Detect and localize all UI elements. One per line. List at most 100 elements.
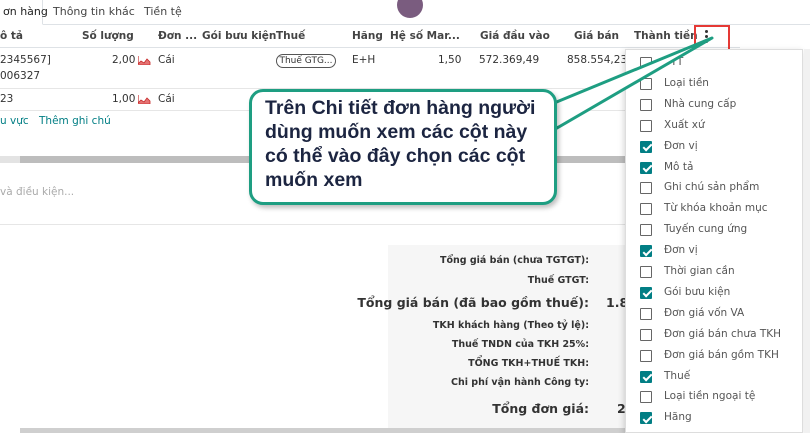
checkbox-unchecked-icon[interactable]: [640, 57, 652, 69]
tab-order-details[interactable]: ơn hàng: [0, 0, 48, 25]
bottom-scrollbar[interactable]: [20, 428, 625, 433]
row2-quantity[interactable]: 1,00: [112, 93, 135, 105]
column-option-label: Loại tiền ngoại tệ: [664, 390, 756, 403]
checkbox-unchecked-icon[interactable]: [640, 349, 652, 362]
column-option-label: Đơn giá bán gồm TKH: [664, 348, 779, 361]
column-options-menu: STT Loại tiền Nhà cung cấp Xuất xứ Đơn vị Mô …: [625, 49, 803, 433]
checkbox-unchecked-icon[interactable]: [640, 77, 652, 90]
column-option-label: Thuế: [664, 369, 691, 382]
column-option-item[interactable]: Đơn vị: [626, 137, 804, 157]
col-brand[interactable]: Hãng: [352, 30, 383, 42]
column-option-item[interactable]: Nhà cung cấp: [626, 95, 804, 115]
terms-and-conditions-input[interactable]: và điều kiện...: [0, 186, 74, 198]
column-option-item[interactable]: Loại tiền ngoại tệ: [626, 387, 804, 407]
col-margin[interactable]: Hệ số Mar...: [390, 30, 460, 42]
column-option-item[interactable]: Ghi chú sản phẩm: [626, 178, 804, 198]
checkbox-checked-icon[interactable]: [640, 286, 652, 299]
row2-description[interactable]: 23: [0, 93, 13, 105]
row1-input-price[interactable]: 572.369,49: [479, 54, 539, 66]
annotation-callout: Trên Chi tiết đơn hàng người dùng muốn x…: [249, 89, 557, 205]
column-option-label: STT: [664, 56, 684, 68]
checkbox-checked-icon[interactable]: [640, 412, 652, 425]
col-tax[interactable]: Thuế: [276, 30, 305, 42]
checkbox-unchecked-icon[interactable]: [640, 328, 652, 341]
column-option-label: Từ khóa khoản mục: [664, 202, 768, 215]
row1-quantity[interactable]: 2,00: [112, 54, 135, 66]
column-option-item[interactable]: Xuất xứ: [626, 116, 804, 136]
checkbox-checked-icon[interactable]: [640, 161, 652, 174]
col-sale-price[interactable]: Giá bán: [574, 30, 619, 42]
column-option-item[interactable]: Đơn giá vốn VA: [626, 304, 804, 324]
column-option-item[interactable]: Từ khóa khoản mục: [626, 199, 804, 219]
section-divider: [0, 224, 625, 225]
column-menu-highlight: [694, 25, 730, 51]
checkbox-checked-icon[interactable]: [640, 140, 652, 153]
column-option-label: Gói bưu kiện: [664, 285, 731, 298]
menu-scrollbar[interactable]: [804, 49, 810, 433]
column-option-item[interactable]: Gói bưu kiện: [626, 283, 804, 303]
customer-tkh-label: TKH khách hàng (Theo tỷ lệ):: [432, 320, 589, 331]
total-before-tax-label: Tổng giá bán (chưa TGTGT):: [440, 255, 589, 266]
checkbox-unchecked-icon[interactable]: [640, 182, 652, 195]
column-option-item[interactable]: Đơn giá bán chưa TKH: [626, 325, 804, 345]
column-option-item[interactable]: Loại tiền: [626, 74, 804, 94]
cit-tkh-label: Thuế TNDN của TKH 25%:: [451, 339, 589, 350]
column-option-label: Đơn giá bán chưa TKH: [664, 327, 782, 340]
row1-tax-badge[interactable]: Thuế GTG...: [276, 54, 336, 68]
total-tkh-label: TỔNG TKH+THUẾ TKH:: [468, 358, 589, 369]
row1-description[interactable]: 2345567]: [0, 54, 51, 66]
col-input-price[interactable]: Giá đầu vào: [480, 30, 550, 42]
vat-label: Thuế GTGT:: [527, 275, 589, 286]
checkbox-unchecked-icon[interactable]: [640, 203, 652, 216]
row1-margin[interactable]: 1,50: [438, 54, 461, 66]
header-divider: [0, 47, 740, 48]
add-note-link[interactable]: Thêm ghi chú: [39, 115, 111, 127]
checkbox-unchecked-icon[interactable]: [640, 224, 652, 237]
col-package[interactable]: Gói bưu kiện: [202, 30, 276, 42]
column-option-item[interactable]: Đơn giá bán gồm TKH: [626, 346, 804, 366]
callout-text: Trên Chi tiết đơn hàng người dùng muốn x…: [265, 97, 536, 191]
row2-unit[interactable]: Cái: [158, 93, 175, 105]
horizontal-scroll-track: [0, 156, 20, 163]
row1-brand[interactable]: E+H: [352, 54, 375, 66]
column-option-label: Tuyến cung ứng: [664, 223, 748, 236]
col-quantity[interactable]: Số lượng: [82, 30, 134, 42]
tab-other-info-label: Thông tin khác: [53, 5, 135, 18]
column-option-label: Mô tả: [664, 160, 694, 173]
checkbox-unchecked-icon[interactable]: [640, 119, 652, 132]
column-option-label: Đơn vị: [664, 244, 698, 257]
column-option-item[interactable]: Đơn vị: [626, 241, 804, 261]
total-incl-tax-label: Tổng giá bán (đã bao gồm thuế):: [357, 295, 589, 310]
col-total[interactable]: Thành tiền: [634, 30, 698, 42]
checkbox-unchecked-icon[interactable]: [640, 266, 652, 278]
forecast-chart-icon[interactable]: [138, 56, 151, 65]
tab-order-details-label: ơn hàng: [3, 5, 48, 18]
row1-unit[interactable]: Cái: [158, 54, 175, 66]
add-section-link[interactable]: u vực: [0, 115, 29, 127]
col-unit[interactable]: Đơn ...: [158, 30, 197, 42]
checkbox-unchecked-icon[interactable]: [640, 391, 652, 404]
tab-currency[interactable]: Tiền tệ: [144, 0, 182, 25]
column-option-label: Đơn giá vốn VA: [664, 306, 745, 319]
column-option-label: Đơn vị: [664, 139, 698, 152]
column-options-icon[interactable]: [705, 30, 709, 46]
tab-other-info[interactable]: Thông tin khác: [53, 0, 135, 25]
column-option-item[interactable]: Thuế: [626, 367, 804, 387]
column-option-item[interactable]: Hãng: [626, 408, 804, 428]
row1-sale-price[interactable]: 858.554,23: [567, 54, 627, 66]
operating-cost-label: Chi phí vận hành Công ty:: [450, 377, 589, 388]
column-option-label: Thời gian cần: [664, 265, 735, 277]
checkbox-checked-icon[interactable]: [640, 370, 652, 383]
column-option-item[interactable]: STT: [626, 53, 804, 73]
checkbox-unchecked-icon[interactable]: [640, 98, 652, 111]
column-option-item[interactable]: Mô tả: [626, 158, 804, 178]
column-option-item[interactable]: Thời gian cần: [626, 262, 804, 282]
column-option-label: Loại tiền: [664, 76, 709, 89]
checkbox-checked-icon[interactable]: [640, 245, 652, 258]
column-option-label: Nhà cung cấp: [664, 97, 737, 110]
column-option-item[interactable]: Tuyến cung ứng: [626, 220, 804, 240]
forecast-chart-icon[interactable]: [138, 95, 151, 104]
tab-currency-label: Tiền tệ: [144, 5, 182, 18]
checkbox-unchecked-icon[interactable]: [640, 307, 652, 320]
col-description[interactable]: ô tả: [0, 30, 23, 42]
